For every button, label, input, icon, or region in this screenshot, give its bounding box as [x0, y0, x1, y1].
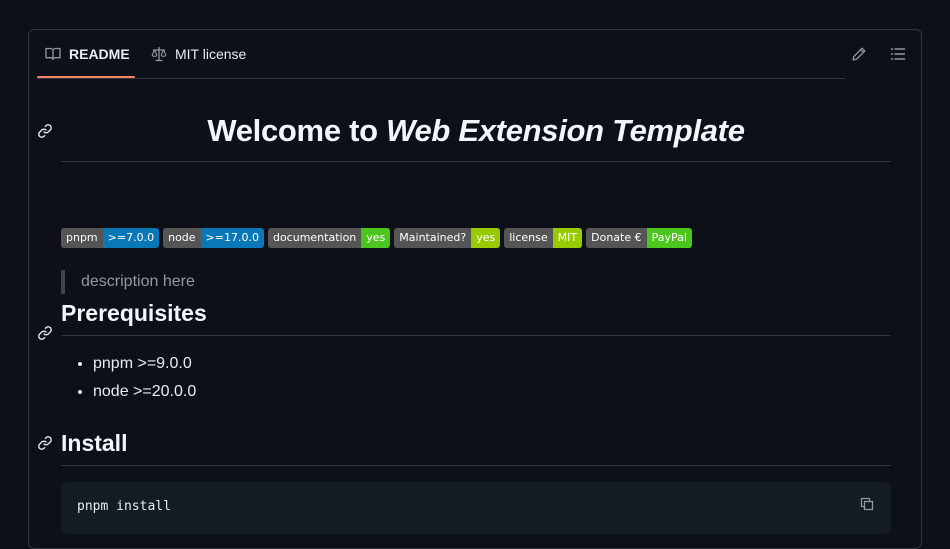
description-text: description here [81, 273, 195, 290]
install-command[interactable]: pnpm install [77, 499, 171, 514]
badge-message: >=17.0.0 [200, 228, 264, 248]
badge-message: yes [361, 228, 391, 248]
tab-readme[interactable]: README [45, 30, 130, 78]
scale-icon [151, 46, 167, 62]
badge-label: pnpm [61, 228, 103, 248]
title-prefix: Welcome to [207, 113, 387, 148]
badge[interactable]: node >=17.0.0 [163, 228, 264, 248]
prerequisites-divider [61, 335, 891, 336]
badge[interactable]: pnpm >=7.0.0 [61, 228, 160, 248]
link-anchor-icon[interactable] [37, 435, 53, 451]
link-anchor-icon[interactable] [37, 325, 53, 341]
badge-label: license [504, 228, 553, 248]
title-emphasis: Web Extension Template [386, 113, 745, 148]
badge-message: MIT [552, 228, 583, 248]
badge-message: yes [471, 228, 501, 248]
edit-pencil-icon[interactable] [851, 46, 867, 62]
description-blockquote: description here [61, 270, 195, 294]
outline-list-icon[interactable] [890, 46, 906, 62]
badge-row: pnpm >=7.0.0 node >=17.0.0 documentation yes M… [61, 228, 692, 248]
badge-label: node [163, 228, 201, 248]
badge-message: PayPal [646, 228, 692, 248]
badge-label: Donate € [586, 228, 647, 248]
badge[interactable]: Donate € PayPal [586, 228, 692, 248]
book-icon [45, 47, 61, 61]
tab-license-label: MIT license [175, 46, 247, 62]
tabbar-divider [37, 78, 845, 79]
badge-label: Maintained? [394, 228, 472, 248]
list-item: pnpm >=9.0.0 [93, 352, 196, 376]
badge[interactable]: Maintained? yes [394, 228, 501, 248]
prerequisites-list: pnpm >=9.0.0 node >=20.0.0 [61, 352, 196, 408]
prerequisites-heading: Prerequisites [61, 300, 207, 326]
install-code-block: pnpm install [61, 482, 891, 534]
list-item: node >=20.0.0 [93, 380, 196, 404]
tab-readme-label: README [69, 46, 130, 62]
readme-tabbar: README MIT license [29, 30, 921, 78]
title-divider [61, 161, 891, 162]
badge-message: >=7.0.0 [102, 228, 160, 248]
readme-panel: README MIT license Welcome to Web Extens… [28, 29, 922, 549]
badge[interactable]: documentation yes [267, 228, 391, 248]
page-title: Welcome to Web Extension Template [61, 113, 891, 149]
install-divider [61, 465, 891, 466]
install-heading: Install [61, 430, 128, 456]
badge-label: documentation [267, 228, 362, 248]
badge[interactable]: license MIT [504, 228, 583, 248]
copy-icon[interactable] [859, 496, 875, 512]
tab-license[interactable]: MIT license [151, 30, 246, 78]
link-anchor-icon[interactable] [37, 123, 53, 139]
